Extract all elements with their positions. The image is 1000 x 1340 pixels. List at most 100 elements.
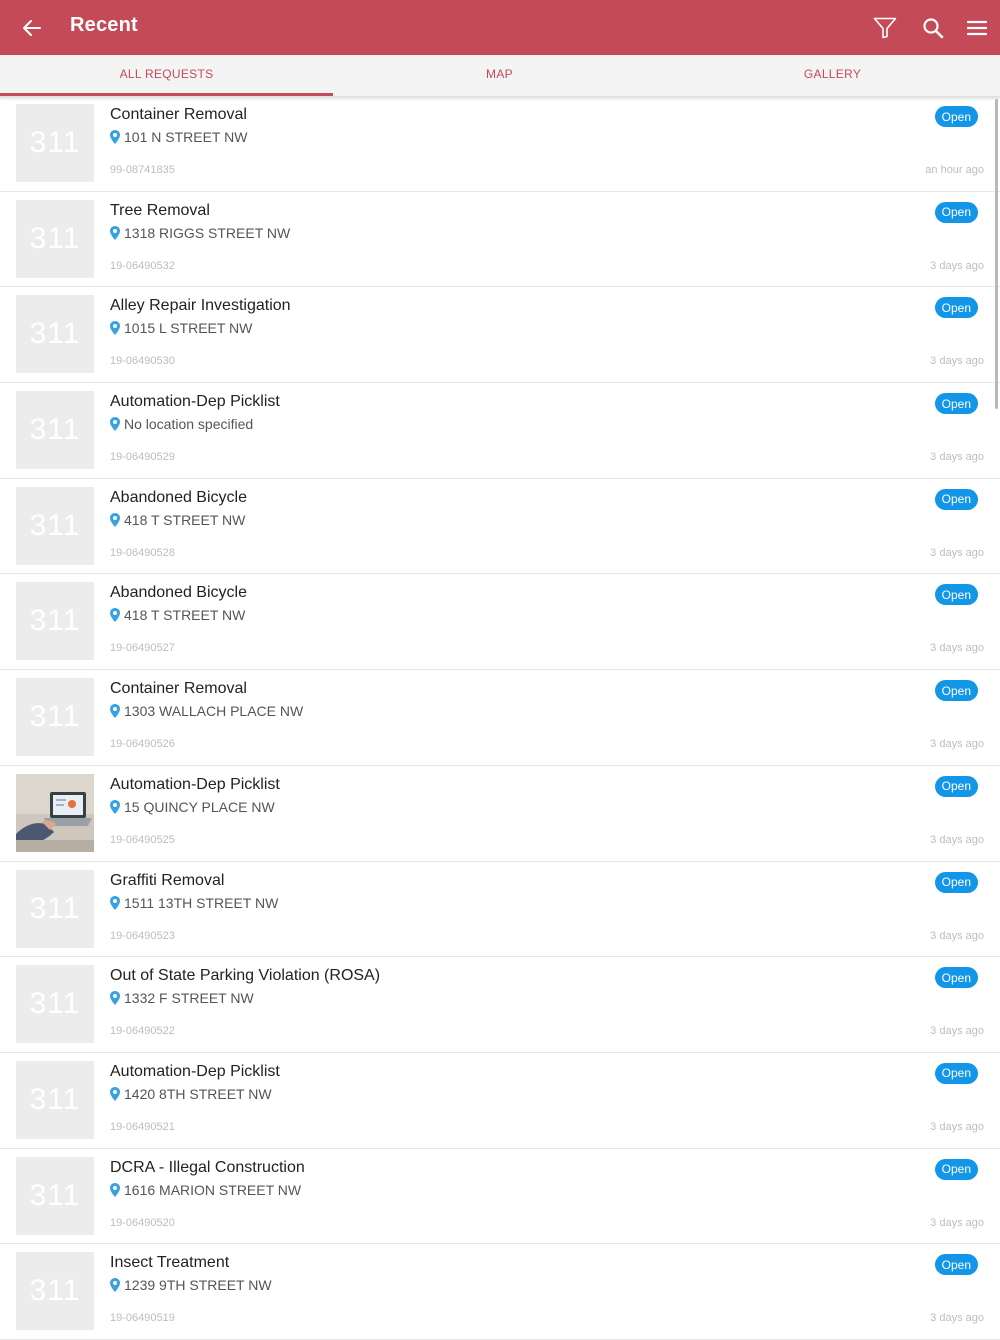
placeholder-label: 311 [29,987,81,1021]
status-badge[interactable]: Open [934,201,978,223]
list-item[interactable]: 311 Insect Treatment 1239 9TH STREET NW … [0,1244,1000,1340]
request-time: an hour ago [925,164,984,176]
request-location: 1015 L STREET NW [110,320,252,336]
tab-gallery[interactable]: GALLERY [666,55,999,93]
request-location: 1420 8TH STREET NW [110,1086,272,1102]
request-title: Automation-Dep Picklist [110,775,280,793]
filter-icon [873,17,897,39]
request-location: No location specified [110,416,253,432]
request-thumbnail: 311 [16,582,94,661]
request-title: Graffiti Removal [110,871,225,889]
request-title: DCRA - Illegal Construction [110,1158,305,1176]
status-badge[interactable]: Open [934,1158,978,1180]
location-pin-icon [110,1182,120,1197]
location-pin-icon [110,512,120,527]
list-item[interactable]: 311 Container Removal 1303 WALLACH PLACE… [0,670,1000,766]
list-item[interactable]: 311 Graffiti Removal 1511 13TH STREET NW… [0,862,1000,958]
list-item[interactable]: 311 Out of State Parking Violation (ROSA… [0,957,1000,1053]
menu-icon [967,20,987,36]
location-pin-icon [110,1086,120,1101]
placeholder-label: 311 [29,317,81,351]
status-badge[interactable]: Open [934,871,978,893]
list-item[interactable]: 311 Alley Repair Investigation 1015 L ST… [0,287,1000,384]
arrow-left-icon [23,20,41,36]
request-time: 3 days ago [930,1120,984,1133]
status-badge[interactable]: Open [934,488,978,510]
request-location-text: 1239 9TH STREET NW [124,1277,272,1294]
request-location: 418 T STREET NW [110,607,245,623]
app-bar: Recent [0,0,1000,55]
request-id: 19-06490532 [110,259,175,272]
status-badge[interactable]: Open [934,1254,978,1276]
request-location: 1318 RIGGS STREET NW [110,225,290,241]
request-location-text: 1420 8TH STREET NW [124,1085,272,1102]
request-title: Tree Removal [110,201,210,219]
list-item[interactable]: 311 Automation-Dep Picklist No location … [0,383,1000,479]
request-thumbnail: 311 [16,486,94,565]
placeholder-label: 311 [29,413,81,447]
request-id: 19-06490519 [110,1312,175,1325]
request-time: 3 days ago [930,259,984,272]
request-location: 1332 F STREET NW [110,990,254,1006]
placeholder-label: 311 [29,1274,81,1308]
request-location-text: 101 N STREET NW [124,129,248,145]
list-item[interactable]: 311 Container Removal 101 N STREET NW 99… [0,96,1000,192]
request-location-text: 1318 RIGGS STREET NW [124,224,291,241]
request-id: 99-08741835 [110,164,175,176]
list-item[interactable]: 311 Abandoned Bicycle 418 T STREET NW 19… [0,574,1000,671]
location-pin-icon [110,608,120,623]
request-time: 3 days ago [930,1216,984,1229]
list-item[interactable]: Automation-Dep Picklist 15 QUINCY PLACE … [0,766,1000,862]
request-id: 19-06490530 [110,355,175,368]
status-badge[interactable]: Open [934,1062,978,1084]
tab-bar: ALL REQUESTS MAP GALLERY [0,55,1000,97]
request-location-text: 1015 L STREET NW [124,320,253,337]
tab-all-requests[interactable]: ALL REQUESTS [0,55,333,96]
request-id: 19-06490520 [110,1216,175,1229]
list-item[interactable]: 311 DCRA - Illegal Construction 1616 MAR… [0,1149,1000,1245]
request-time: 3 days ago [930,1025,984,1038]
request-title: Alley Repair Investigation [110,297,291,315]
status-badge[interactable]: Open [934,393,978,415]
request-id: 19-06490528 [110,546,175,559]
status-badge[interactable]: Open [934,680,978,702]
request-title: Out of State Parking Violation (ROSA) [110,967,381,985]
request-location-text: 418 T STREET NW [124,511,246,528]
request-location-text: 1303 WALLACH PLACE NW [124,703,304,720]
placeholder-label: 311 [29,126,81,159]
request-id: 19-06490527 [110,642,175,655]
request-thumbnail: 311 [16,1252,94,1331]
status-badge[interactable]: Open [934,106,978,127]
tab-map[interactable]: MAP [333,55,666,93]
request-title: Automation-Dep Picklist [110,1062,280,1080]
request-location-text: No location specified [124,416,254,433]
location-pin-icon [110,799,120,814]
request-location: 418 T STREET NW [110,512,245,528]
back-button[interactable] [16,12,48,44]
filter-button[interactable] [869,12,901,44]
status-badge[interactable]: Open [934,775,978,797]
request-thumbnail: 311 [16,199,94,278]
request-location: 1616 MARION STREET NW [110,1182,301,1198]
scrollbar[interactable] [995,99,998,409]
request-id: 19-06490521 [110,1120,175,1133]
search-icon [923,18,944,39]
status-badge[interactable]: Open [934,297,978,319]
request-time: 3 days ago [930,833,984,846]
location-pin-icon [110,321,120,336]
placeholder-label: 311 [29,221,81,255]
request-location-text: 418 T STREET NW [124,607,246,624]
menu-button[interactable] [961,12,993,44]
request-thumbnail: 311 [16,965,94,1044]
request-photo [16,773,94,852]
search-button[interactable] [917,12,949,44]
request-title: Container Removal [110,680,247,698]
request-location-text: 15 QUINCY PLACE NW [124,798,275,815]
status-badge[interactable]: Open [934,967,978,989]
placeholder-label: 311 [29,891,81,925]
status-badge[interactable]: Open [934,584,978,606]
request-time: 3 days ago [930,738,984,751]
list-item[interactable]: 311 Abandoned Bicycle 418 T STREET NW 19… [0,479,1000,575]
list-item[interactable]: 311 Tree Removal 1318 RIGGS STREET NW 19… [0,192,1000,288]
list-item[interactable]: 311 Automation-Dep Picklist 1420 8TH STR… [0,1053,1000,1149]
